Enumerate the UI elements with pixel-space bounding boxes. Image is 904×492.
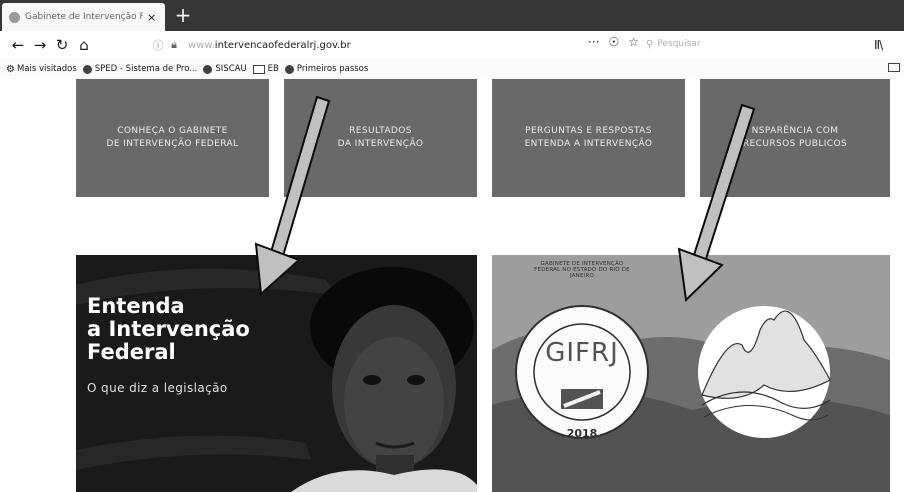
bookmark-sped[interactable]: SPED - Sistema de Pro... [82, 64, 198, 74]
close-tab-icon[interactable]: × [147, 11, 156, 24]
card-transparency[interactable]: NSPARÊNCIA COM RECURSOS PUBLICOS [700, 79, 890, 197]
bookmarks-toolbar: ⚙ Mais visitados SPED - Sistema de Pro..… [0, 59, 904, 79]
globe-icon [203, 64, 213, 74]
seal-acronym: GIFRJ [545, 338, 619, 368]
card-label: PERGUNTAS E RESPOSTAS ENTENDA A INTERVENÇ… [524, 126, 653, 149]
forward-arrow-icon[interactable]: → [29, 36, 51, 54]
landscape-image [492, 255, 890, 492]
navigation-toolbar: ← → ↻ ⌂ ⓘ 🔒︎ www.intervencaofederalrj.go… [0, 31, 904, 59]
search-field[interactable]: ⚲ Pesquisar [646, 35, 826, 53]
tab-strip: Gabinete de Intervenção Fed × + [0, 0, 904, 31]
search-icon: ⚲ [646, 38, 654, 50]
url-text[interactable]: www.intervencaofederalrj.gov.br [188, 40, 351, 51]
bookmark-siscau[interactable]: SISCAU [203, 64, 247, 74]
card-label: RESULTADOS DA INTERVENÇÃO [337, 126, 424, 149]
info-icon[interactable]: ⓘ [150, 37, 166, 53]
card-label: NSPARÊNCIA COM RECURSOS PUBLICOS [742, 126, 848, 149]
card-faq[interactable]: PERGUNTAS E RESPOSTAS ENTENDA A INTERVENÇ… [492, 79, 685, 197]
seal-year: 2018 [566, 427, 598, 440]
globe-icon [284, 64, 294, 74]
page-actions-menu-icon[interactable]: ··· [588, 35, 599, 49]
banner-title: Entenda a Intervenção Federal [87, 294, 250, 364]
page-actions: ··· ☉ ☆ [588, 35, 648, 49]
site-favicon-icon [9, 11, 20, 23]
other-bookmarks-folder-icon[interactable] [888, 63, 900, 72]
bookmark-label: EB [267, 64, 279, 74]
pocket-icon[interactable]: ☉ [608, 35, 619, 49]
gear-icon: ⚙ [6, 63, 15, 75]
bookmark-label: SPED - Sistema de Pro... [94, 64, 198, 74]
url-prefix: www. [188, 39, 215, 51]
bookmark-label: SISCAU [215, 64, 247, 74]
library-icon[interactable]: II\ [874, 38, 883, 52]
bookmark-folder-eb[interactable]: EB [252, 64, 279, 74]
banner-gifrj[interactable]: GABINETE DE INTERVENÇÃO FEDERAL NO ESTAD… [492, 255, 890, 492]
address-bar[interactable]: ⓘ 🔒︎ www.intervencaofederalrj.gov.br [150, 34, 620, 56]
folder-icon [252, 64, 265, 74]
bookmark-first-steps[interactable]: Primeiros passos [284, 64, 369, 74]
back-arrow-icon[interactable]: ← [7, 36, 29, 54]
home-icon[interactable]: ⌂ [73, 36, 95, 54]
bookmark-most-visited[interactable]: ⚙ Mais visitados [6, 64, 77, 75]
tab-title: Gabinete de Intervenção Fed [25, 12, 143, 22]
card-about-cabinet[interactable]: CONHEÇA O GABINETE DE INTERVENÇÃO FEDERAL [76, 79, 269, 197]
lock-icon[interactable]: 🔒︎ [166, 38, 182, 52]
bookmark-star-icon[interactable]: ☆ [628, 35, 639, 49]
card-label: CONHEÇA O GABINETE DE INTERVENÇÃO FEDERAL [106, 126, 239, 149]
search-placeholder: Pesquisar [657, 39, 701, 49]
seal-ring-text: GABINETE DE INTERVENÇÃO FEDERAL NO ESTAD… [534, 261, 630, 279]
portrait-image [76, 267, 477, 492]
reload-icon[interactable]: ↻ [51, 36, 73, 54]
banner-understand-intervention[interactable]: Entenda a Intervenção Federal O que diz a … [76, 255, 477, 492]
bookmark-label: Mais visitados [16, 64, 77, 74]
banner-subtitle: O que diz a legislação [87, 381, 228, 395]
page-content: CONHEÇA O GABINETE DE INTERVENÇÃO FEDERAL… [0, 79, 904, 492]
url-domain: intervencaofederalrj.gov.br [214, 39, 351, 51]
card-results[interactable]: RESULTADOS DA INTERVENÇÃO [284, 79, 477, 197]
new-tab-button[interactable]: + [172, 4, 194, 26]
globe-icon [82, 64, 92, 74]
bookmark-label: Primeiros passos [296, 64, 369, 74]
browser-tab-active[interactable]: Gabinete de Intervenção Fed × [2, 3, 165, 31]
